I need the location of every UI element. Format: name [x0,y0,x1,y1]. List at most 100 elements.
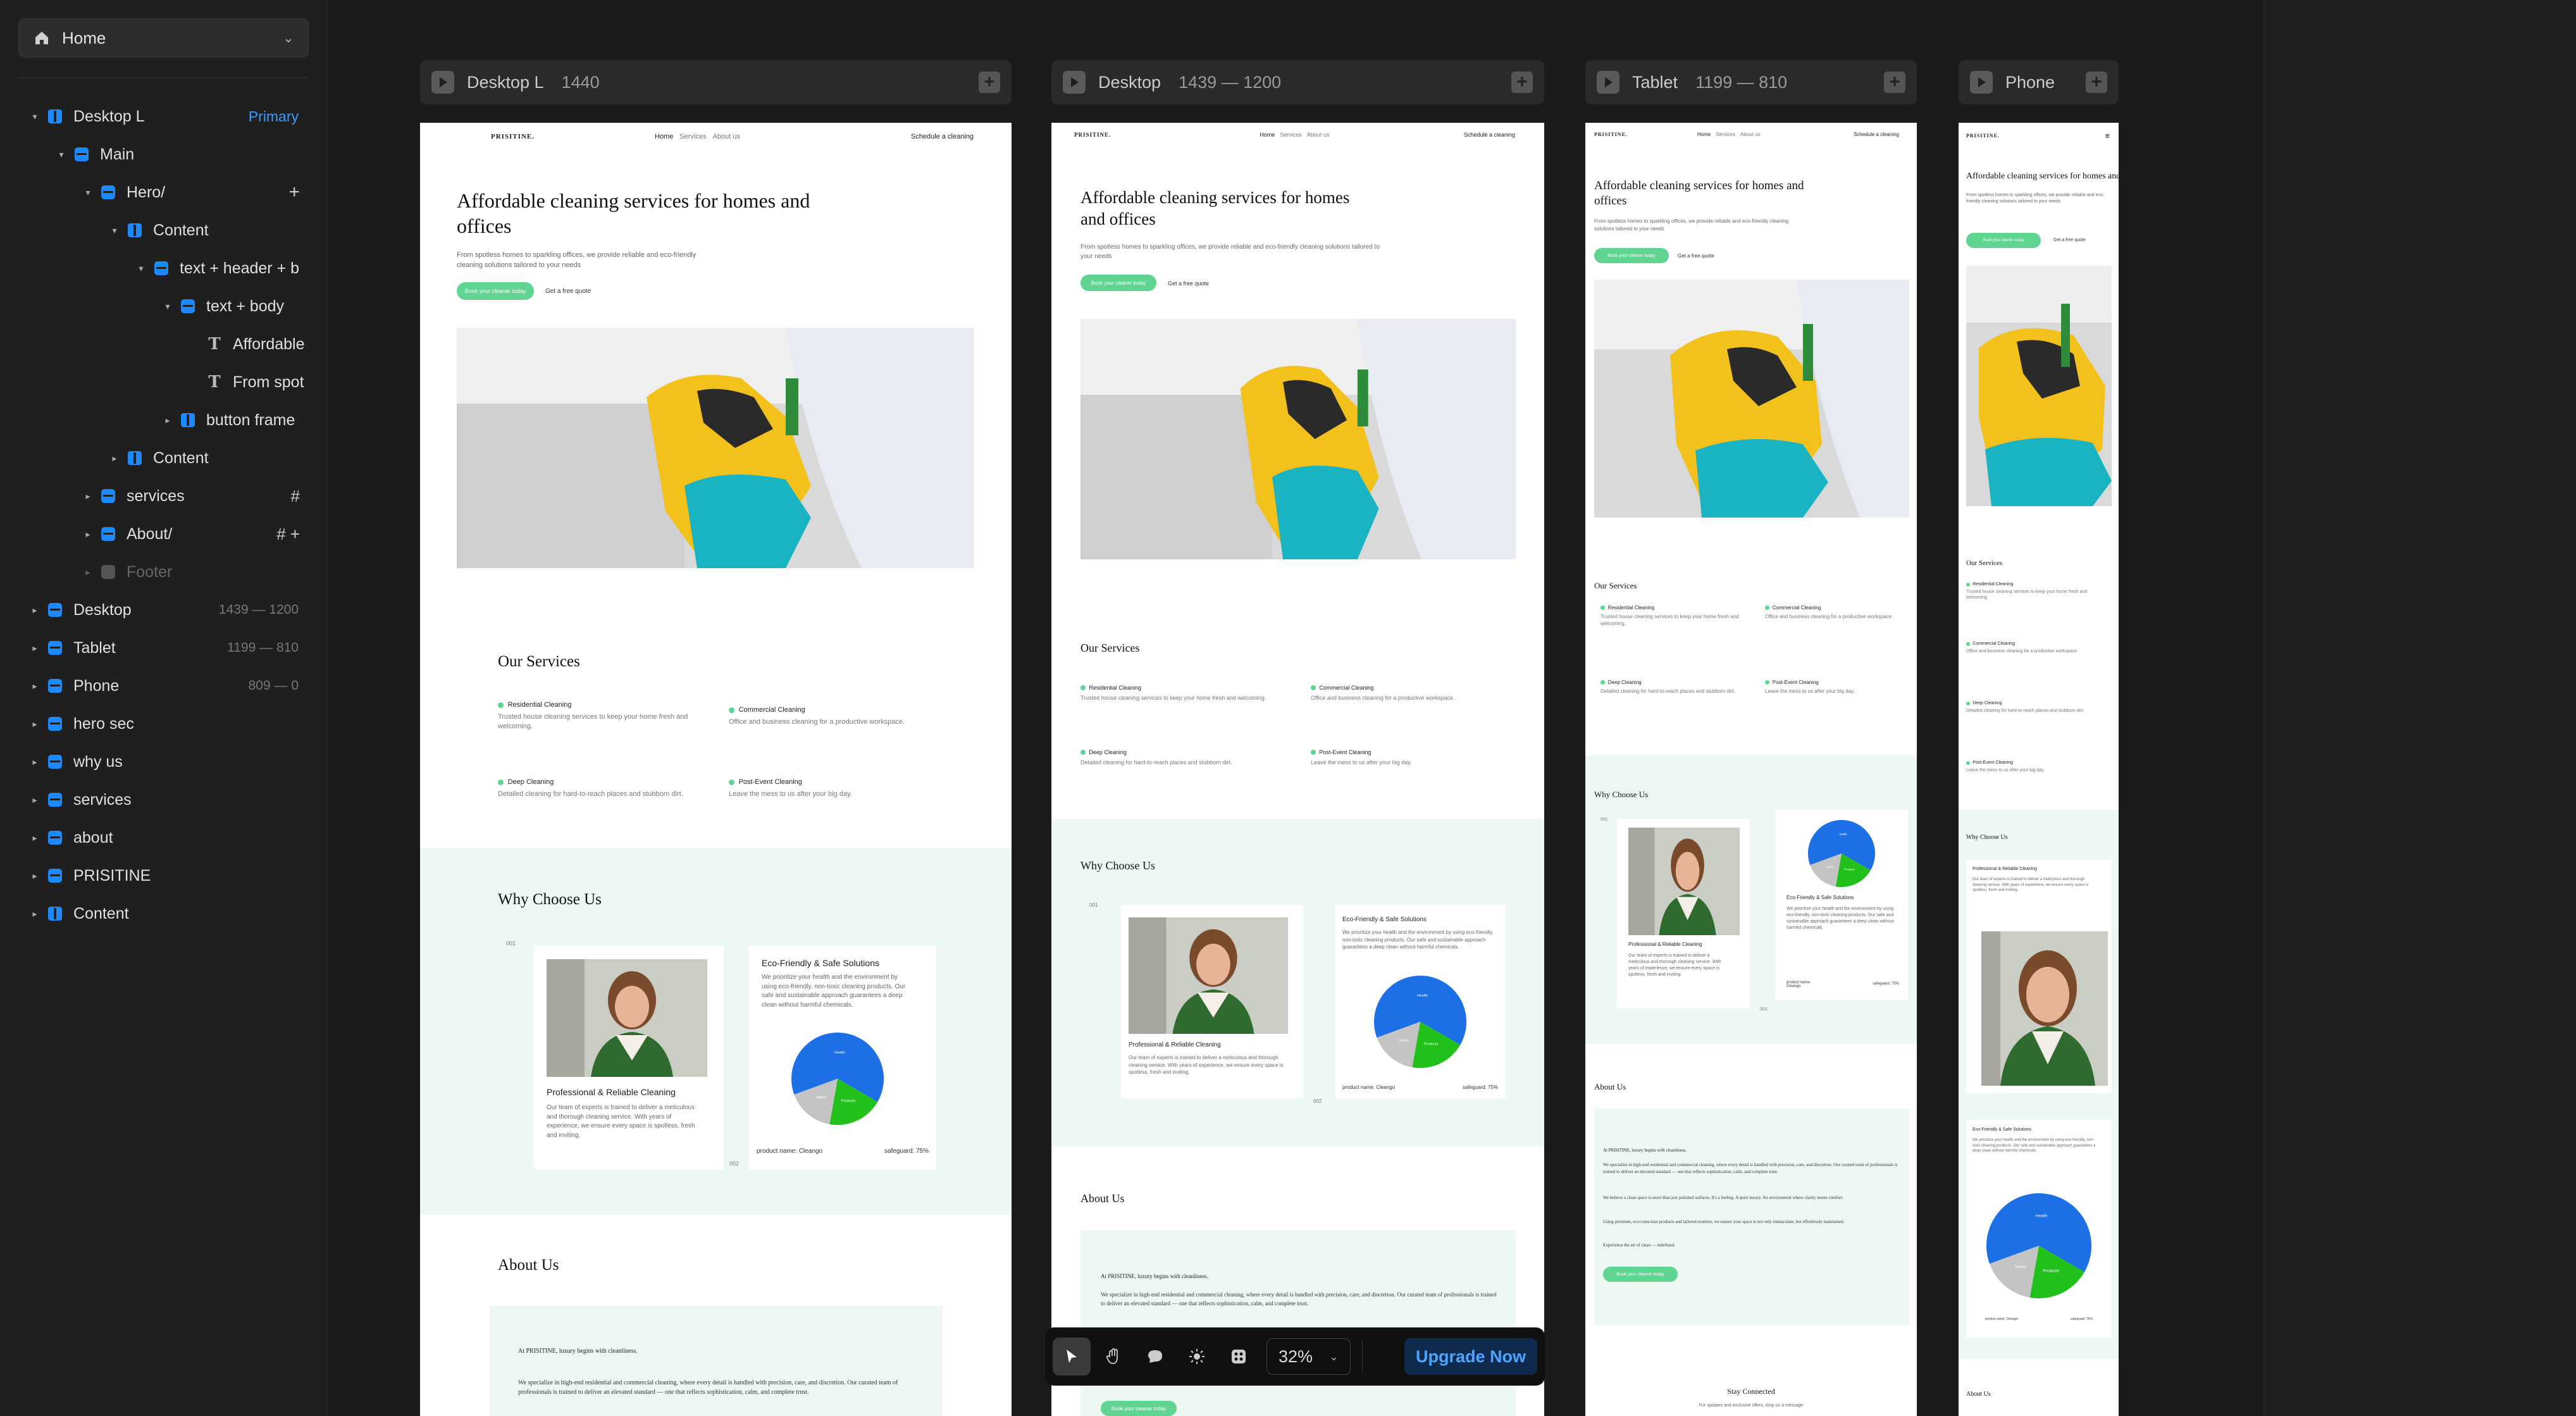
layer-services-top[interactable]: ▸ services [0,781,328,819]
add-icon[interactable]: + [288,182,300,203]
free-quote-link[interactable]: Get a free quote [2053,238,2086,242]
book-cleaner-button[interactable]: Book your cleaner today [1966,233,2041,248]
layer-text-affordable[interactable]: T Affordable [0,325,328,363]
layer-hero[interactable]: ▾ Hero/ + [0,173,328,211]
site-logo[interactable]: PRISITINE. [491,133,535,140]
caret-down-icon[interactable]: ▾ [57,149,66,160]
breakpoint-bar-desktop-l[interactable]: Desktop L 1440 + [420,60,1012,104]
play-icon[interactable] [1970,71,1993,94]
layer-button-frame[interactable]: ▸ button frame [0,401,328,439]
layer-desktop[interactable]: ▸ Desktop 1439 — 1200 [0,591,328,629]
layer-tablet[interactable]: ▸ Tablet 1199 — 810 [0,629,328,667]
layer-about-top[interactable]: ▸ about [0,819,328,857]
layer-services[interactable]: ▸ services # [0,477,328,515]
nav-link-services[interactable]: Services [1716,132,1735,137]
about-book-button[interactable]: Book your cleaner today [1101,1401,1177,1416]
site-logo[interactable]: PRISITINE. [1966,133,2000,139]
caret-right-icon[interactable]: ▸ [30,871,39,881]
free-quote-link[interactable]: Get a free quote [1678,253,1714,259]
free-quote-link[interactable]: Get a free quote [545,288,591,295]
add-breakpoint-button[interactable]: + [1511,71,1533,93]
layer-prisitine[interactable]: ▸ PRISITINE [0,857,328,895]
caret-right-icon[interactable]: ▸ [30,795,39,805]
play-icon[interactable] [1597,71,1619,94]
layer-footer[interactable]: ▸ Footer [0,553,328,591]
layer-hero-sec[interactable]: ▸ hero sec [0,705,328,743]
free-quote-link[interactable]: Get a free quote [1168,280,1209,287]
book-cleaner-button[interactable]: Book your cleaner today [457,282,534,300]
frame-phone[interactable]: PRISITINE. ≡ Affordable cleaning service… [1959,123,2119,1416]
frame-tablet[interactable]: PRISITINE. Home Services About us Schedu… [1585,123,1917,1416]
nav-link-services[interactable]: Services [1280,132,1302,138]
caret-down-icon[interactable]: ▾ [163,301,172,312]
nav-link-home[interactable]: Home [655,133,673,140]
caret-right-icon[interactable]: ▸ [30,909,39,919]
stack-icon [128,451,142,465]
add-breakpoint-button[interactable]: + [1884,71,1905,93]
caret-right-icon[interactable]: ▸ [163,415,172,426]
nav-cta-link[interactable]: Schedule a cleaning [1464,132,1515,138]
service-desc: Office and business cleaning for a produ… [1765,614,1893,619]
page-selector[interactable]: Home ⌄ [18,18,309,58]
breakpoint-bar-phone[interactable]: Phone + [1959,60,2119,104]
service-desc: Trusted house cleaning services to keep … [498,712,688,730]
layer-content-top[interactable]: ▸ Content [0,895,328,933]
layer-main[interactable]: ▾ Main [0,135,328,173]
layer-why-us[interactable]: ▸ why us [0,743,328,781]
layer-text-header[interactable]: ▾ text + header + b [0,249,328,287]
caret-down-icon[interactable]: ▾ [30,111,39,122]
play-icon[interactable] [1063,71,1086,94]
play-icon[interactable] [431,71,454,94]
nav-link-about[interactable]: About us [713,133,740,140]
book-cleaner-button[interactable]: Book your cleaner today [1594,248,1669,263]
upgrade-button[interactable]: Upgrade Now [1404,1338,1537,1375]
nav-link-about[interactable]: About us [1307,132,1330,138]
menu-icon[interactable]: ≡ [2105,131,2110,140]
hand-tool[interactable] [1094,1338,1132,1376]
caret-right-icon[interactable]: ▸ [30,833,39,843]
breakpoint-bar-desktop[interactable]: Desktop 1439 — 1200 + [1051,60,1544,104]
caret-right-icon[interactable]: ▸ [84,491,92,502]
layer-content-2[interactable]: ▸ Content [0,439,328,477]
nav-cta-link[interactable]: Schedule a cleaning [1854,132,1899,137]
caret-right-icon[interactable]: ▸ [110,453,119,464]
breakpoint-bar-tablet[interactable]: Tablet 1199 — 810 + [1585,60,1917,104]
nav-link-services[interactable]: Services [679,133,706,140]
frame-desktop-l[interactable]: PRISITINE. Home Services About us Schedu… [420,123,1012,1416]
caret-right-icon[interactable]: ▸ [30,643,39,654]
components-tool[interactable] [1220,1338,1258,1376]
chevron-down-icon: ⌄ [1329,1350,1339,1363]
caret-down-icon[interactable]: ▾ [110,225,119,236]
layer-text-from[interactable]: T From spot [0,363,328,401]
layer-desktop-l[interactable]: ▾ Desktop L Primary [0,97,328,135]
theme-toggle[interactable] [1178,1338,1216,1376]
layer-about[interactable]: ▸ About/ # + [0,515,328,553]
service-title: Commercial Cleaning [1972,642,2016,646]
nav-cta-link[interactable]: Schedule a cleaning [911,133,974,140]
caret-right-icon[interactable]: ▸ [30,681,39,692]
nav-link-home[interactable]: Home [1697,132,1711,137]
book-cleaner-button[interactable]: Book your cleaner today [1081,275,1156,291]
zoom-select[interactable]: 32% ⌄ [1266,1338,1351,1375]
nav-link-home[interactable]: Home [1260,132,1275,138]
caret-right-icon[interactable]: ▸ [84,567,92,578]
layer-phone[interactable]: ▸ Phone 809 — 0 [0,667,328,705]
layer-content[interactable]: ▾ Content [0,211,328,249]
comment-tool[interactable] [1136,1338,1174,1376]
pointer-tool[interactable] [1053,1338,1091,1376]
nav-link-about[interactable]: About us [1740,132,1761,137]
caret-down-icon[interactable]: ▾ [137,263,146,274]
about-book-button[interactable]: Book your cleaner today [1603,1267,1678,1282]
caret-right-icon[interactable]: ▸ [84,529,92,540]
frame-desktop[interactable]: PRISITINE. Home Services About us Schedu… [1051,123,1544,1416]
add-breakpoint-button[interactable]: + [2086,71,2107,93]
grid-add-icons[interactable]: # + [276,525,300,544]
layer-text-body[interactable]: ▾ text + body [0,287,328,325]
site-logo[interactable]: PRISITINE. [1594,132,1628,137]
add-breakpoint-button[interactable]: + [979,71,1000,93]
caret-right-icon[interactable]: ▸ [30,605,39,616]
caret-down-icon[interactable]: ▾ [84,187,92,198]
caret-right-icon[interactable]: ▸ [30,757,39,767]
caret-right-icon[interactable]: ▸ [30,719,39,730]
site-logo[interactable]: PRISITINE. [1074,132,1111,138]
